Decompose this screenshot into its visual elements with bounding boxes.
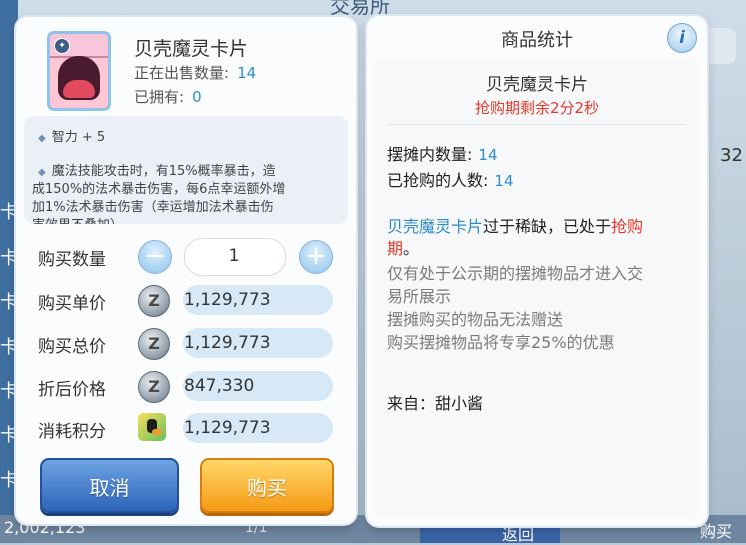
exchange-rule-1: 仅有处于公示期的摆摊物品才进入交 易所展示 [387,264,644,306]
buy-button[interactable]: 购买 [200,458,334,513]
background-number: 32 [720,145,743,166]
points-value: 1,129,773 [184,418,271,438]
item-description[interactable]: ◆ 智力 + 5 ◆ 魔法技能攻击时，有15%概率暴击，造 成150%的法术暴击伤害… [24,116,348,224]
owned-count: 0 [192,88,202,106]
discount-price-value: 847,330 [184,376,255,396]
seller-info: 来自：甜小酱 [387,394,484,413]
total-price-value: 1,129,773 [184,333,271,353]
points-label: 消耗积分 [38,422,106,442]
unit-price-label: 购买单价 [38,294,106,314]
booth-count-line: 摆摊内数量: 14 [387,145,498,164]
discount-price-label: 折后价格 [38,380,106,400]
card-item-icon: ✦ [47,31,111,111]
buy-button-label: 购买 [247,476,287,500]
total-price-label: 购买总价 [38,337,106,357]
purchase-dialog: ✦ 贝壳魔灵卡片 正在出售数量: 14 已拥有: 0 ◆ 智力 + 5 ◆ 魔法技能攻击… [16,17,356,524]
item-name: 贝壳魔灵卡片 [134,38,249,60]
diamond-bullet-icon: ◆ [38,167,46,178]
stats-item-name: 贝壳魔灵卡片 [486,75,588,95]
quantity-value: 1 [228,246,240,266]
points-icon [138,413,166,441]
desc-bullet: ◆ 智力 + 5 [38,130,106,145]
bought-count-line: 已抢购的人数: 14 [387,171,514,190]
info-icon[interactable]: i [667,23,697,53]
booth-count: 14 [478,146,498,164]
desc-bullet: ◆ 魔法技能攻击时，有15%概率暴击，造 [38,164,276,179]
quantity-label: 购买数量 [38,250,106,270]
item-stats-panel: 商品统计 i 贝壳魔灵卡片 抢购期剩余2分2秒 摆摊内数量: 14 已抢购的人数:… [367,16,707,526]
plus-button[interactable]: + [299,240,333,274]
exchange-rule-3: 购买摆摊物品将专享25%的优惠 [387,333,615,352]
cancel-button-label: 取消 [89,476,130,500]
on-sale-info: 正在出售数量: 14 [134,64,257,82]
rush-countdown: 抢购期剩余2分2秒 [474,99,600,117]
zeny-coin-icon: Z [138,371,170,403]
zeny-coin-icon: Z [138,285,170,317]
background-buy-label: 购买 [700,522,733,541]
owned-info: 已拥有: 0 [134,88,202,106]
card-badge-icon: ✦ [54,38,70,54]
desc-line: 加1%法术暴击伤害（幸运增加法术暴击伤 [32,200,274,215]
diamond-bullet-icon: ◆ [38,133,46,144]
on-sale-count: 14 [237,64,257,82]
cancel-button[interactable]: 取消 [40,458,179,513]
bought-count: 14 [494,172,514,190]
minus-button[interactable]: − [138,240,172,274]
divider [387,124,687,125]
zeny-coin-icon: Z [138,328,170,360]
desc-line: 害效果不叠加） [32,214,123,224]
desc-line: 成150%的法术暴击伤害，每6点幸运额外增 [32,182,286,197]
exchange-rule-2: 摆摊购买的物品无法赠送 [387,310,564,329]
unit-price-value: 1,129,773 [184,290,271,310]
scarcity-notice: 贝壳魔灵卡片过于稀缺，已处于抢购 期。 [387,217,644,258]
stats-title: 商品统计 [501,30,573,51]
